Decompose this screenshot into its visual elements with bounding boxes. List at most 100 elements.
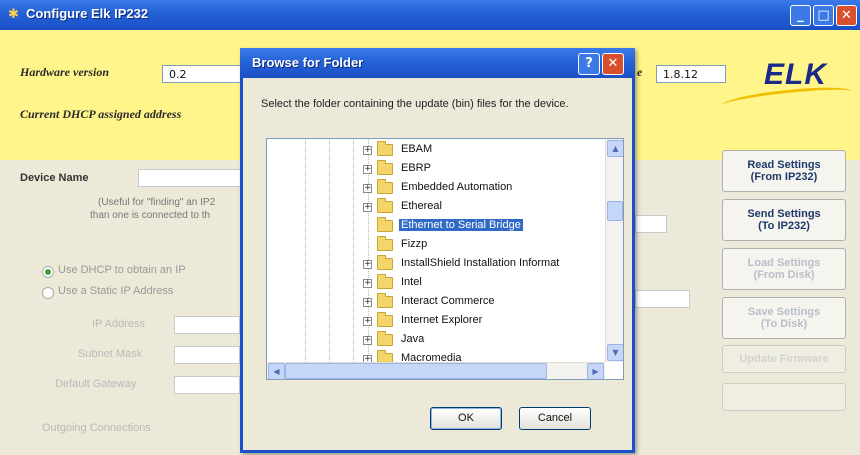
expand-icon[interactable]: + [363,336,372,345]
folder-icon [377,255,393,270]
close-button[interactable]: ✕ [836,5,857,26]
browse-folder-dialog: Browse for Folder ? ✕ Select the folder … [240,48,635,453]
folder-icon [377,141,393,156]
vertical-scroll-thumb[interactable] [607,201,623,221]
folder-icon [377,331,393,346]
folder-icon [377,217,393,232]
folder-icon [377,179,393,194]
load-settings-line1: Load Settings [747,257,821,269]
tree-item[interactable]: + Interact Commerce [355,293,605,314]
tree-item[interactable]: Ethernet to Serial Bridge [355,217,605,238]
tree-item[interactable]: + EBRP [355,160,605,181]
use-dhcp-radio[interactable] [42,266,54,278]
scroll-left-icon[interactable]: ◀ [268,363,285,379]
load-settings-line2: (From Disk) [753,269,815,281]
expand-icon[interactable]: + [363,184,372,193]
folder-icon [377,274,393,289]
dialog-titlebar[interactable]: Browse for Folder ? ✕ [240,48,635,78]
expand-icon[interactable]: + [363,317,372,326]
scroll-right-icon[interactable]: ▶ [587,363,604,379]
folder-icon [377,198,393,213]
device-name-input[interactable] [138,169,243,187]
folder-tree[interactable]: + EBAM + EBRP + Embedded Automation + Ethereal E… [266,138,624,380]
tree-item[interactable]: Fizzp [355,236,605,257]
minimize-button[interactable]: _ [790,5,811,26]
save-settings-line2: (To Disk) [760,318,808,330]
maximize-button[interactable]: □ [813,5,834,26]
tree-item-label: EBAM [401,143,433,155]
ip-address-label: IP Address [92,318,145,330]
tree-item[interactable]: + Java [355,331,605,352]
tree-item-label: EBRP [401,162,431,174]
firmware-label-partial: e [637,65,643,79]
scroll-up-icon[interactable]: ▲ [607,140,623,157]
help-button[interactable]: ? [578,53,600,75]
app-icon: ✱ [8,7,19,22]
subnet-mask-input[interactable] [174,346,240,364]
tree-guide-line [305,139,306,364]
expand-icon[interactable]: + [363,260,372,269]
tree-item-label: Fizzp [401,238,428,250]
close-icon: ✕ [841,8,852,23]
folder-icon [377,236,393,251]
ok-button[interactable]: OK [430,407,502,430]
use-static-label: Use a Static IP Address [58,285,174,297]
main-titlebar[interactable]: ✱ Configure Elk IP232 _ □ ✕ [0,0,860,30]
close-icon: ✕ [607,56,619,71]
expand-icon[interactable]: + [363,298,372,307]
load-settings-button[interactable]: Load Settings (From Disk) [722,248,846,290]
update-firmware-label: Update Firmware [739,353,829,365]
scroll-down-icon[interactable]: ▼ [607,344,623,361]
horizontal-scrollbar[interactable]: ◀ ▶ [267,362,605,379]
vertical-scrollbar[interactable]: ▲ ▼ [605,139,623,362]
default-gateway-input[interactable] [174,376,240,394]
tree-item-label: Ethereal [401,200,442,212]
window-title: Configure Elk IP232 [26,6,149,21]
tree-item[interactable]: + InstallShield Installation Informat [355,255,605,276]
read-settings-line2: (From IP232) [750,171,818,183]
expand-icon[interactable]: + [363,146,372,155]
tree-item[interactable]: + Embedded Automation [355,179,605,200]
tree-guide-line [329,139,330,364]
read-settings-button[interactable]: Read Settings (From IP232) [722,150,846,192]
use-dhcp-label: Use DHCP to obtain an IP [58,264,186,276]
horizontal-scroll-thumb[interactable] [285,363,547,379]
device-name-label: Device Name [20,172,89,184]
use-static-radio[interactable] [42,287,54,299]
read-settings-line1: Read Settings [747,159,821,171]
folder-icon [377,293,393,308]
tree-item[interactable]: + Ethereal [355,198,605,219]
tree-item-label: Embedded Automation [401,181,513,193]
expand-icon[interactable]: + [363,279,372,288]
help-icon: ? [585,56,593,71]
extra-button[interactable] [722,383,846,411]
right-input-partial[interactable] [635,290,690,308]
firmware-version-field: 1.8.12 [656,65,726,83]
dialog-instruction: Select the folder containing the update … [261,98,569,110]
dialog-close-button[interactable]: ✕ [602,53,624,75]
hardware-version-field: 0.2 [162,65,242,83]
cancel-button[interactable]: Cancel [519,407,591,430]
default-gateway-label: Default Gateway [55,378,137,390]
minimize-icon: _ [797,8,804,23]
folder-icon [377,160,393,175]
update-firmware-button[interactable]: Update Firmware [722,345,846,373]
expand-icon[interactable]: + [363,203,372,212]
maximize-icon: □ [817,8,830,23]
ip-address-input[interactable] [174,316,240,334]
tree-item-label: Interact Commerce [401,295,495,307]
save-settings-button[interactable]: Save Settings (To Disk) [722,297,846,339]
folder-icon [377,312,393,327]
tree-item-label: Internet Explorer [401,314,483,326]
send-settings-button[interactable]: Send Settings (To IP232) [722,199,846,241]
current-dhcp-label: Current DHCP assigned address [20,107,182,121]
expand-icon[interactable]: + [363,165,372,174]
save-settings-line1: Save Settings [747,306,821,318]
tree-item-label: Ethernet to Serial Bridge [398,218,524,232]
tree-item-label: Intel [401,276,422,288]
tree-item[interactable]: + EBAM [355,141,605,162]
tree-item[interactable]: + Intel [355,274,605,295]
outgoing-connections-label: Outgoing Connections [42,422,151,434]
tree-item[interactable]: + Internet Explorer [355,312,605,333]
dropdown-partial[interactable] [635,215,667,233]
